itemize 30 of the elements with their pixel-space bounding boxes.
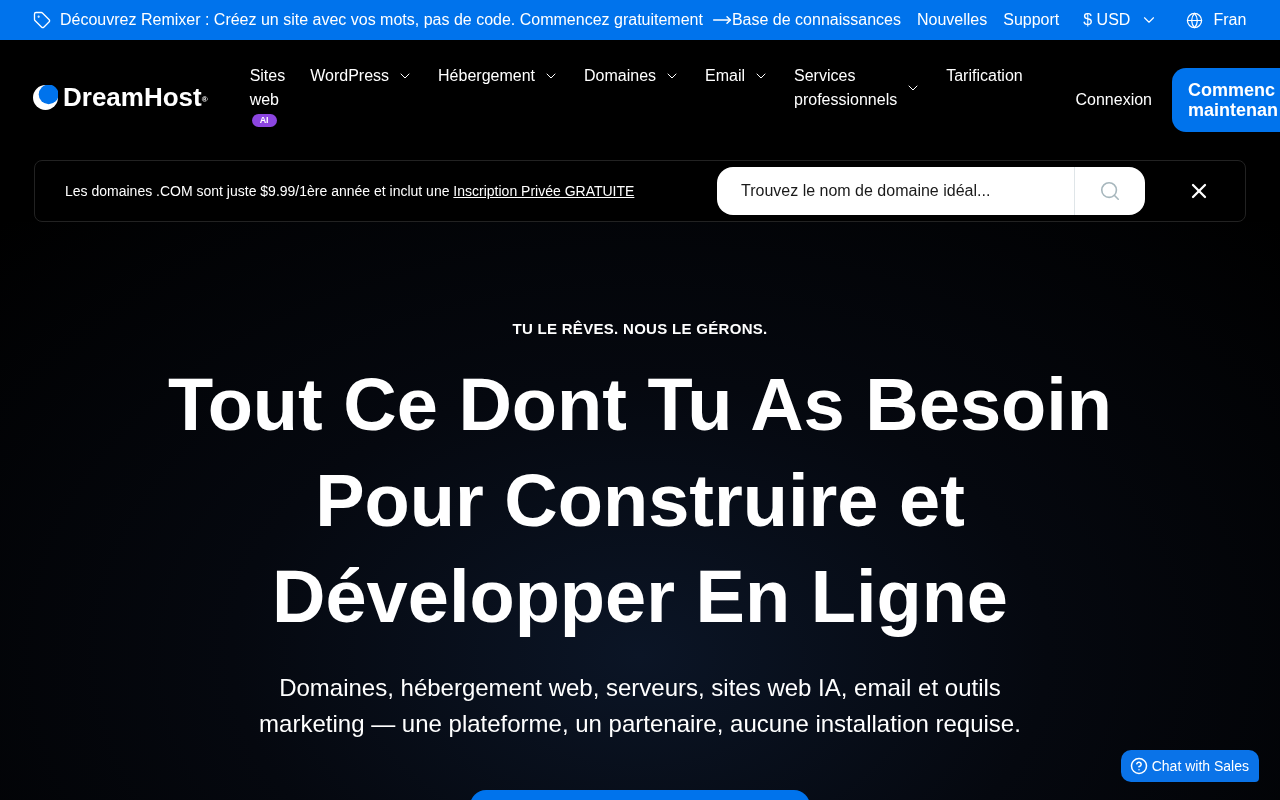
tag-icon (33, 11, 51, 29)
login-link[interactable]: Connexion (1075, 88, 1152, 112)
promo-link[interactable]: Découvrez Remixer : Créez un site avec vos mots, pas de code. Commencez gratuitement (33, 8, 703, 32)
logo-link[interactable]: DreamHost$^{®}$ (33, 84, 208, 110)
logo-icon (33, 84, 58, 110)
privacy-link[interactable]: Inscription Privée GRATUITE (453, 182, 635, 199)
top-link[interactable]: Base de connaissances (731, 8, 901, 32)
globe-icon (1186, 11, 1204, 29)
nav-link[interactable]: Services professionnels (794, 64, 922, 112)
hero-eyebrow: TU LE RÊVES. NOUS LE GÉRONS. (512, 320, 768, 338)
language-selector[interactable]: Fran (1186, 8, 1247, 32)
search-field[interactable]: Trouvez le nom de domaine idéal... (717, 167, 1074, 215)
nav-link[interactable]: Domaines (584, 64, 681, 88)
top-link[interactable]: Nouvelles (916, 8, 988, 32)
search-icon (1099, 180, 1121, 202)
get-started-button[interactable]: Commenc maintenan (1172, 68, 1280, 132)
nav-link[interactable]: Tarification (946, 64, 1023, 88)
top-link[interactable]: Support (1003, 8, 1060, 32)
nav-link[interactable]: Hébergement (438, 64, 559, 88)
ai-badge: AI (251, 114, 277, 127)
nav-link[interactable]: Sites web (249, 64, 286, 112)
nav-link[interactable]: WordPress (310, 64, 414, 88)
hero-subtitle: Domaines, hébergement web, serveurs, sites web IA, email et outils marketing — une plateforme, un partenaire, aucune installation requise. (258, 673, 1022, 739)
nav-link[interactable]: Email (705, 64, 770, 88)
promo-text: Les domaines .COM sont juste $9.99/1ère année et inclut une Inscription Privée GRATUITE (65, 181, 635, 201)
hero-title: Tout Ce Dont Tu As Besoin Pour Construire et Développer En Ligne (166, 362, 1114, 640)
currency-dropdown[interactable]: $ USD (1083, 8, 1159, 32)
help-icon (1129, 757, 1148, 775)
search-button[interactable] (1074, 167, 1145, 215)
chat-with-sales-button[interactable]: Chat with Sales (1120, 750, 1259, 782)
